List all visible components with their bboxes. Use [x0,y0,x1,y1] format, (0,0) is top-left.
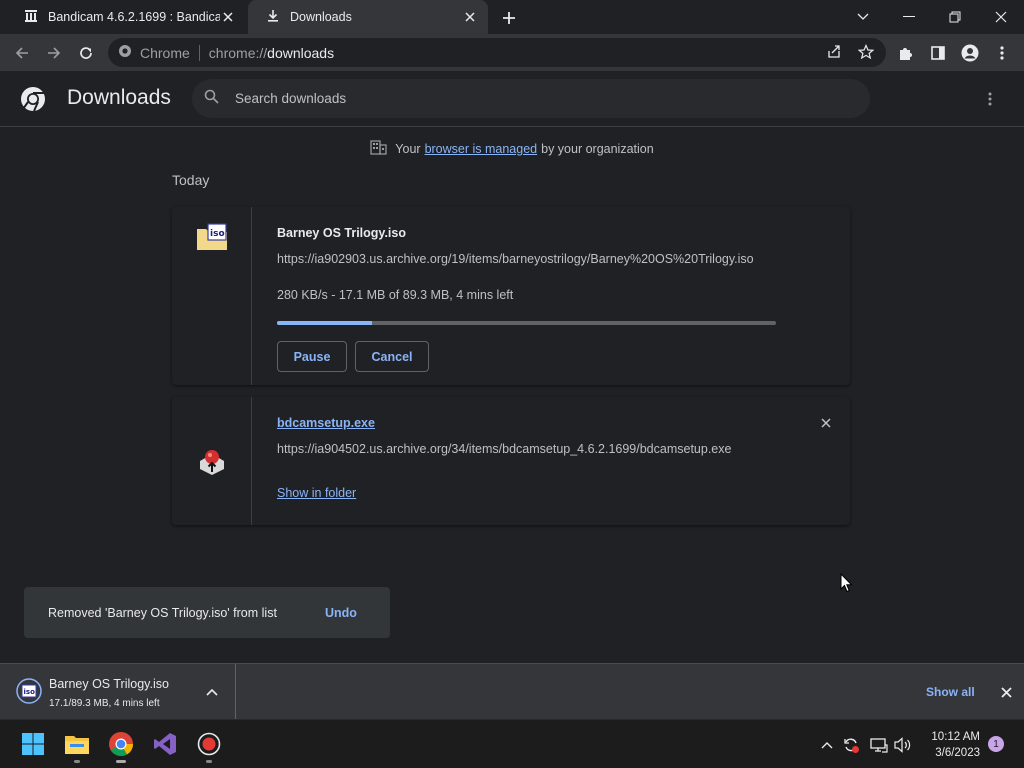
file-name-link[interactable]: bdcamsetup.exe [277,416,375,430]
divider [198,44,200,61]
new-tab-button[interactable] [498,7,520,29]
svg-text:iso: iso [210,229,225,239]
close-window-button[interactable] [989,5,1013,29]
search-icon [204,89,219,109]
download-icon [266,9,280,26]
share-icon[interactable] [826,44,842,63]
windows-start-icon[interactable] [18,729,48,759]
file-icon-column [172,397,252,525]
side-panel-icon[interactable] [925,40,951,66]
download-item: bdcamsetup.exe https://ia904502.us.archi… [172,397,850,525]
download-progress-bar [277,321,776,325]
search-downloads-box[interactable] [192,79,870,118]
browser-managed-link[interactable]: browser is managed [425,142,538,156]
site-chip: Chrome [140,44,190,61]
file-url: https://ia904502.us.archive.org/34/items… [277,442,732,456]
section-date: Today [172,172,210,188]
running-indicator [74,760,80,763]
chrome-icon [118,44,132,61]
restore-button[interactable] [943,5,967,29]
page-title: Downloads [67,86,171,109]
show-hidden-icons-chevron-icon[interactable] [818,736,836,754]
network-icon[interactable] [870,736,888,754]
managed-suffix: by your organization [541,142,654,156]
close-shelf-icon[interactable] [998,684,1014,700]
close-icon[interactable] [220,9,236,25]
file-name: Barney OS Trilogy.iso [277,226,406,240]
url-scheme: chrome:// [208,44,268,61]
download-shelf: iso Barney OS Trilogy.iso 17.1/89.3 MB, … [0,663,1024,719]
chrome-logo-icon [20,86,46,112]
chrome-taskbar-icon[interactable] [106,729,136,763]
pause-button[interactable]: Pause [277,341,347,372]
bookmark-star-icon[interactable] [857,44,875,63]
building-icon [370,140,387,158]
sync-error-icon[interactable] [842,736,860,754]
chevron-up-icon[interactable] [204,684,220,700]
running-indicator [116,760,126,763]
tab-search-chevron-icon[interactable] [851,5,875,29]
forward-button[interactable] [41,40,67,66]
downloads-header: Downloads [0,71,1024,127]
minimize-button[interactable] [897,5,921,29]
bandicam-setup-icon [196,445,228,482]
visual-studio-icon[interactable] [150,729,180,759]
tab-title: Downloads [290,10,352,24]
progress-fill [277,321,372,325]
search-input[interactable] [235,91,835,106]
show-in-folder-link[interactable]: Show in folder [277,486,356,500]
address-bar[interactable]: Chrome chrome:// downloads [108,38,886,67]
more-actions-icon[interactable] [980,88,1000,110]
chrome-menu-icon[interactable] [989,40,1015,66]
show-all-button[interactable]: Show all [926,685,975,699]
toast-message: Removed 'Barney OS Trilogy.iso' from lis… [48,605,277,620]
tab-strip: Bandicam 4.6.2.1699 : Bandicam : Free Do… [0,0,1024,34]
toast-notification: Removed 'Barney OS Trilogy.iso' from lis… [24,587,390,638]
browser-toolbar: Chrome chrome:// downloads [0,34,1024,71]
file-url: https://ia902903.us.archive.org/19/items… [277,252,754,266]
tab-downloads[interactable]: Downloads [248,0,488,34]
remove-from-list-icon[interactable] [818,415,834,431]
bandicam-recorder-icon[interactable] [194,729,224,763]
back-button[interactable] [9,40,35,66]
extensions-puzzle-icon[interactable] [893,40,919,66]
managed-notice: Your browser is managed by your organiza… [0,140,1024,158]
url-host: downloads [267,44,335,61]
running-indicator [206,760,212,763]
notification-badge[interactable]: 1 [988,736,1004,752]
download-item: iso Barney OS Trilogy.iso https://ia9029… [172,207,850,385]
svg-text:iso: iso [24,688,36,696]
clock-date: 3/6/2023 [935,747,980,759]
iso-file-icon: iso [196,223,228,256]
windows-taskbar: 10:12 AM 3/6/2023 1 [0,719,1024,768]
undo-button[interactable]: Undo [325,606,357,620]
archive-favicon-icon [24,9,38,26]
mouse-cursor-icon [840,572,853,598]
shelf-download-item[interactable]: iso Barney OS Trilogy.iso 17.1/89.3 MB, … [0,664,236,719]
managed-prefix: Your [395,142,421,156]
profile-avatar-icon[interactable] [957,40,983,66]
volume-icon[interactable] [894,736,912,754]
clock-time: 10:12 AM [931,731,980,743]
download-status: 280 KB/s - 17.1 MB of 89.3 MB, 4 mins le… [277,288,514,302]
shelf-status: 17.1/89.3 MB, 4 mins left [49,698,160,709]
cancel-button[interactable]: Cancel [355,341,429,372]
tab-title: Bandicam 4.6.2.1699 : Bandicam : Free Do… [48,10,220,24]
file-icon-column: iso [172,207,252,385]
shelf-file-name: Barney OS Trilogy.iso [49,677,169,691]
iso-file-icon: iso [16,678,42,709]
reload-button[interactable] [73,40,99,66]
close-icon[interactable] [462,9,478,25]
system-clock[interactable]: 10:12 AM 3/6/2023 [924,729,980,761]
tab-bandicam[interactable]: Bandicam 4.6.2.1699 : Bandicam : Free Do… [6,0,246,34]
file-explorer-icon[interactable] [62,729,92,763]
